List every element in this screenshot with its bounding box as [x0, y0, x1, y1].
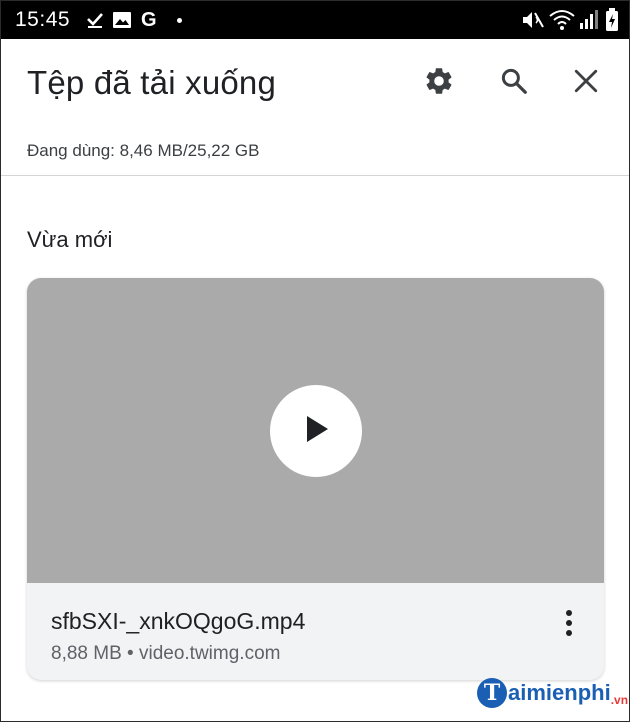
check-icon: [85, 9, 105, 31]
signal-icon: [578, 9, 598, 31]
divider: [1, 175, 629, 176]
battery-charging-icon: [605, 8, 619, 31]
mute-icon: [521, 9, 545, 31]
download-card[interactable]: sfbSXI-_xnkOQgoG.mp4 8,88 MB • video.twi…: [27, 278, 604, 680]
watermark-logo: T aimienphi .vn: [477, 673, 628, 713]
status-bar: 15:45 G: [1, 1, 629, 39]
search-button[interactable]: [492, 61, 536, 105]
google-g-icon: G: [141, 9, 157, 31]
watermark-suffix: .vn: [610, 693, 629, 707]
more-vert-icon: [565, 609, 573, 642]
video-thumbnail[interactable]: [27, 278, 604, 583]
wifi-icon: [549, 9, 575, 31]
settings-icon: [423, 65, 455, 102]
status-time: 15:45: [15, 8, 71, 31]
storage-usage: Đang dùng: 8,46 MB/25,22 GB: [27, 141, 260, 160]
section-title-recent: Vừa mới: [27, 227, 113, 252]
play-icon: [301, 413, 331, 450]
watermark-letter: T: [477, 678, 507, 708]
page-title: Tệp đã tải xuống: [27, 64, 277, 101]
dot-icon: [177, 9, 182, 31]
file-name: sfbSXI-_xnkOQgoG.mp4: [51, 608, 306, 634]
close-button[interactable]: [564, 61, 608, 105]
file-meta: 8,88 MB • video.twimg.com: [51, 643, 281, 664]
image-icon: [112, 9, 132, 31]
close-icon: [573, 68, 599, 99]
watermark-text: aimienphi: [508, 680, 611, 705]
downloads-screen: 15:45 G Tệp đã tải xuống Đang dùng: 8,46…: [0, 0, 630, 722]
toolbar: Tệp đã tải xuống: [1, 39, 629, 125]
play-button[interactable]: [270, 385, 362, 477]
search-icon: [499, 66, 529, 101]
more-options-button[interactable]: [551, 605, 587, 645]
file-info: sfbSXI-_xnkOQgoG.mp4 8,88 MB • video.twi…: [27, 583, 604, 680]
settings-button[interactable]: [417, 61, 461, 105]
